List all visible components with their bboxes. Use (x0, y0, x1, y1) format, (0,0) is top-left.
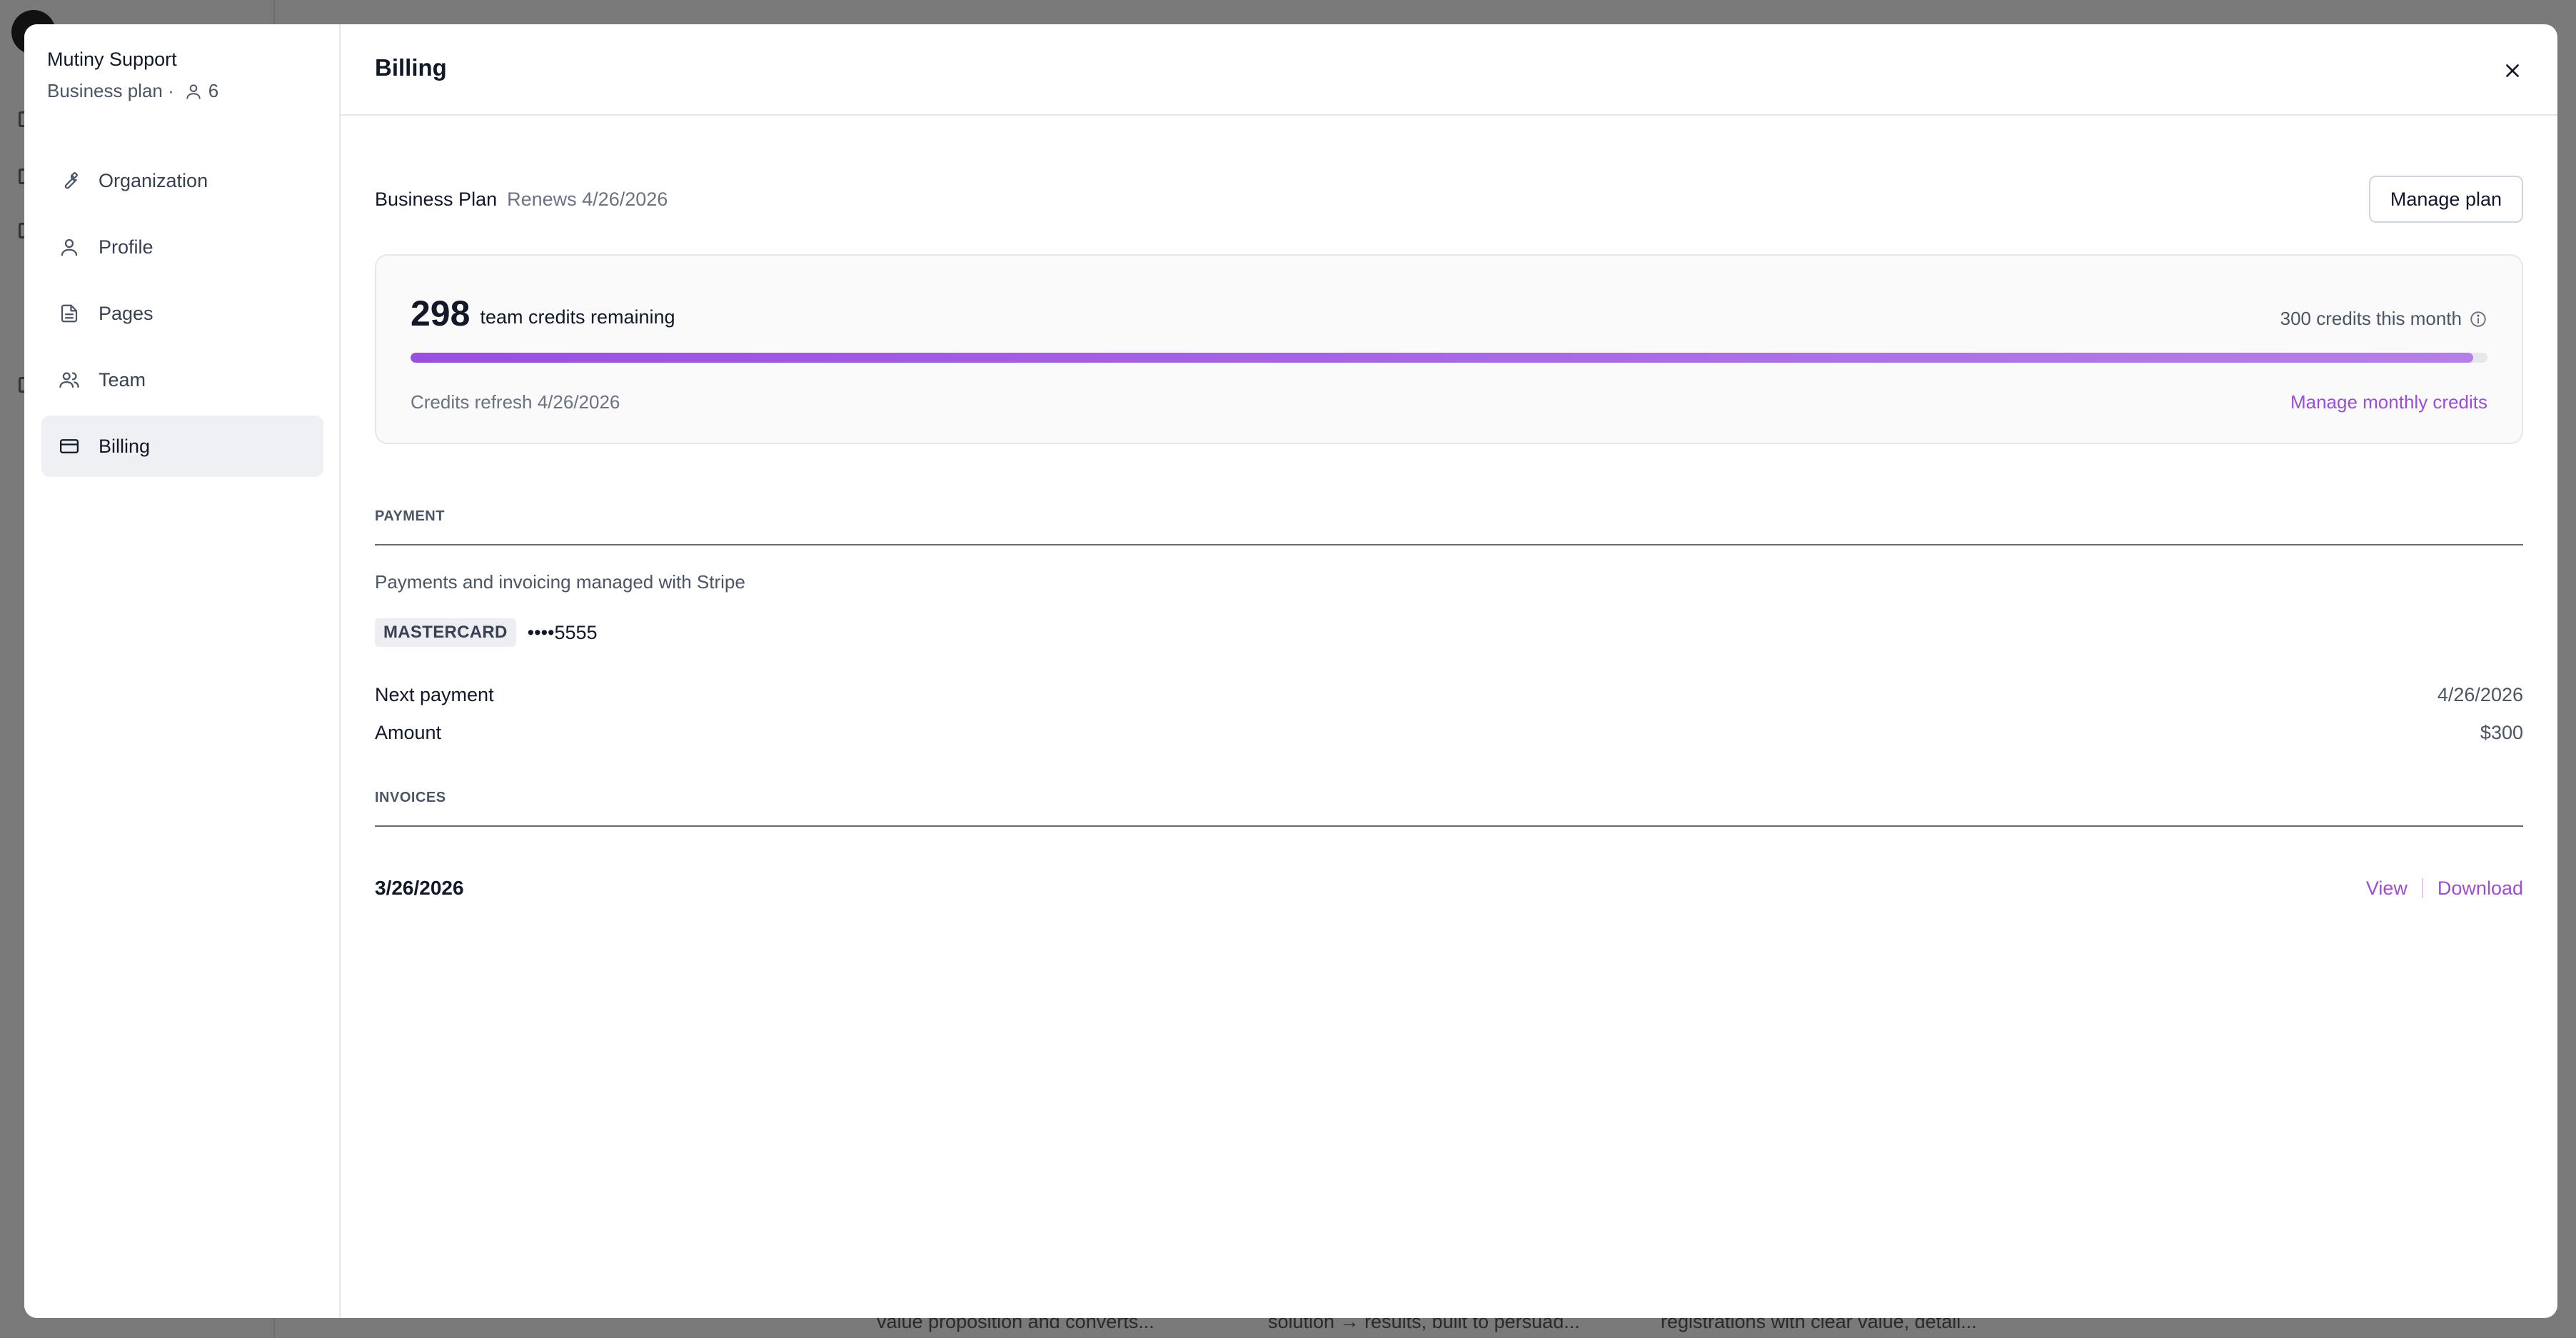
sidebar-item-label: Profile (99, 236, 154, 258)
amount-value: $300 (2480, 722, 2523, 743)
sidebar-item-label: Billing (99, 435, 151, 457)
amount-row: Amount $300 (375, 722, 2523, 744)
sidebar-item-label: Team (99, 368, 146, 391)
settings-nav: Organization Profile Pages Team Billing (41, 150, 323, 482)
credits-footer: Credits refresh 4/26/2026 Manage monthly… (411, 391, 2487, 413)
payment-section-label: PAYMENT (375, 508, 445, 524)
next-payment-row: Next payment 4/26/2026 (375, 684, 2523, 706)
sidebar-item-billing[interactable]: Billing (41, 416, 323, 477)
view-invoice-link[interactable]: View (2366, 877, 2408, 900)
credits-summary: 298 team credits remaining 300 credits t… (411, 284, 2487, 331)
sidebar-item-team[interactable]: Team (41, 349, 323, 411)
billing-panel: Billing Business Plan Renews 4/26/2026 M… (341, 24, 2557, 1318)
monthly-credits-label: 300 credits this month (2280, 308, 2462, 329)
credits-remaining: 298 (411, 293, 471, 333)
manage-plan-button[interactable]: Manage plan (2368, 176, 2523, 223)
sidebar-item-label: Organization (99, 169, 208, 191)
manage-monthly-credits-link[interactable]: Manage monthly credits (2290, 391, 2487, 413)
document-icon (61, 304, 78, 323)
settings-modal: Mutiny Support Business plan · 6 Organiz… (24, 24, 2557, 1318)
credits-refresh: Credits refresh 4/26/2026 (411, 391, 620, 413)
sidebar-item-label: Pages (99, 302, 154, 324)
next-payment-value: 4/26/2026 (2437, 684, 2523, 705)
user-icon (61, 238, 78, 256)
invoice-date: 3/26/2026 (375, 877, 464, 899)
plan-name: Business Plan (375, 188, 498, 210)
close-button[interactable] (2497, 56, 2527, 86)
download-invoice-link[interactable]: Download (2437, 877, 2523, 900)
modal-header: Billing (341, 24, 2557, 116)
wrench-icon (64, 172, 78, 189)
org-meta: Business plan · 6 (47, 80, 218, 102)
card-last4: ••••5555 (527, 621, 598, 643)
plan-row: Business Plan Renews 4/26/2026 Manage pl… (375, 174, 2523, 224)
plan-label: Business plan · (47, 80, 174, 101)
credits-progress-fill (411, 353, 2473, 363)
sidebar-item-profile[interactable]: Profile (41, 216, 323, 278)
invoices-section-label: INVOICES (375, 790, 446, 805)
plan-renews: Renews 4/26/2026 (507, 188, 668, 210)
monthly-credits: 300 credits this month (2280, 308, 2487, 331)
link-separator (2421, 878, 2423, 898)
payment-description: Payments and invoicing managed with Stri… (375, 571, 745, 593)
invoices-divider (375, 825, 2523, 827)
page-title: Billing (375, 54, 447, 81)
user-icon (186, 84, 201, 99)
team-icon (59, 372, 79, 388)
invoice-row: 3/26/2026 View Download (375, 877, 2523, 900)
card-brand-badge: MASTERCARD (375, 618, 516, 647)
sidebar-item-pages[interactable]: Pages (41, 283, 323, 344)
settings-sidebar: Mutiny Support Business plan · 6 Organiz… (24, 24, 341, 1318)
payment-divider (375, 544, 2523, 545)
org-name: Mutiny Support (47, 49, 177, 70)
credits-progress-bar (411, 353, 2487, 363)
credits-card: 298 team credits remaining 300 credits t… (375, 254, 2523, 444)
close-icon (2506, 64, 2519, 77)
info-icon[interactable] (2469, 310, 2487, 328)
next-payment-label: Next payment (375, 684, 494, 705)
credit-card-icon (60, 439, 79, 453)
amount-label: Amount (375, 722, 442, 743)
credits-remaining-label: team credits remaining (480, 306, 675, 328)
invoice-actions: View Download (2366, 877, 2523, 900)
member-count: 6 (208, 80, 219, 101)
payment-card: MASTERCARD ••••5555 (375, 618, 598, 647)
sidebar-item-organization[interactable]: Organization (41, 150, 323, 211)
